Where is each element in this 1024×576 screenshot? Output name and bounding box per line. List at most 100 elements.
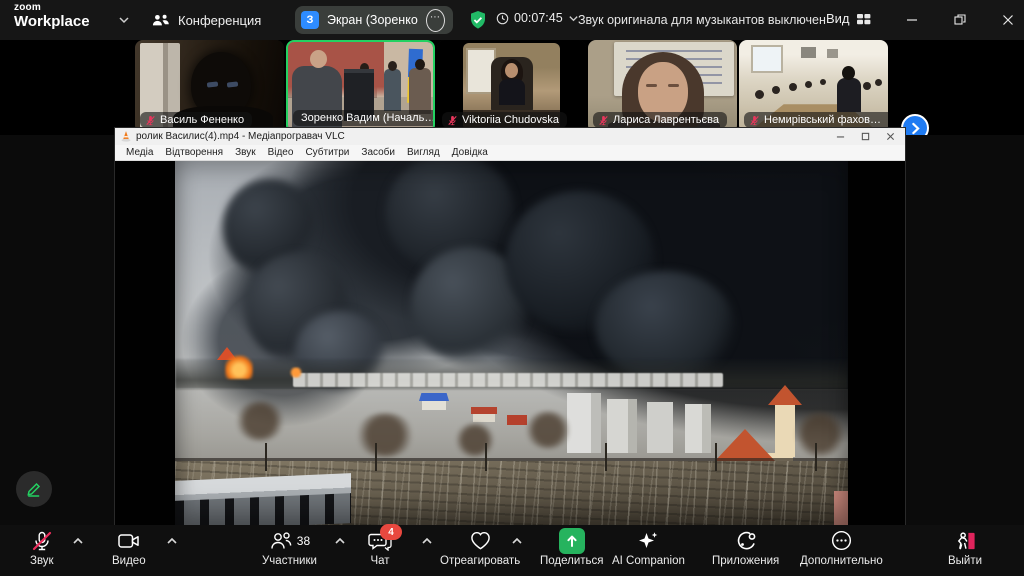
leave-label: Выйти <box>948 555 982 567</box>
apps-label: Приложения <box>712 555 779 567</box>
audio-button[interactable]: Звук <box>30 529 54 567</box>
participant-name: Лариса Лаврентьєва <box>613 114 719 126</box>
participants-label: Участники <box>262 555 317 567</box>
participant-name: Зоренко Вадим (Начальн… <box>301 112 435 124</box>
top-bar: zoom Workplace Конференция З Экран (Зоре… <box>0 0 1024 40</box>
share-screen-button[interactable]: Поделиться <box>540 529 604 567</box>
logo-workplace: Workplace <box>14 14 90 29</box>
muted-mic-icon <box>447 115 458 126</box>
react-label: Отреагировать <box>440 555 520 567</box>
vlc-menu-audio[interactable]: Звук <box>230 147 261 158</box>
muted-mic-icon <box>31 530 53 552</box>
chevron-right-icon <box>909 122 922 135</box>
logo-zoom: zoom <box>14 3 90 13</box>
react-options-caret[interactable] <box>511 535 523 547</box>
window-close-button[interactable] <box>996 8 1020 32</box>
audio-options-caret[interactable] <box>72 535 84 547</box>
more-label: Дополнительно <box>800 555 883 567</box>
zoom-meeting-window: zoom Workplace Конференция З Экран (Зоре… <box>0 0 1024 576</box>
muted-mic-icon <box>598 115 609 126</box>
video-button[interactable]: Видео <box>112 529 146 567</box>
view-menu[interactable]: Вид <box>826 11 871 26</box>
participant-tile[interactable]: Viktoriia Chudovska <box>437 40 586 133</box>
chat-label: Чат <box>370 555 389 567</box>
leave-door-icon <box>954 530 977 552</box>
video-options-caret[interactable] <box>166 535 178 547</box>
security-shield-icon[interactable] <box>468 10 488 30</box>
audio-label: Звук <box>30 555 54 567</box>
vlc-video-area <box>115 161 905 525</box>
vlc-menu-tools[interactable]: Засоби <box>356 147 400 158</box>
apps-button[interactable]: Приложения <box>712 529 779 567</box>
participant-name-pill: Василь Фененко <box>140 112 252 128</box>
screen-share-pill[interactable]: З Экран (Зоренко ⋯ <box>295 6 453 34</box>
muted-mic-icon <box>145 115 156 126</box>
participant-name-pill: Немирівський фахови… <box>744 112 888 128</box>
tab-meeting-label: Конференция <box>178 13 261 28</box>
audio-status-message: Звук оригинала для музыкантов выключен <box>578 13 826 27</box>
meeting-toolbar: Звук Видео 38 Участники 4 Чат Отреаг <box>0 525 1024 576</box>
vlc-maximize-button[interactable] <box>861 132 870 141</box>
participants-count: 38 <box>297 534 310 548</box>
vlc-player-window: ролик Василис(4).mp4 - Медіапрогравач VL… <box>115 128 905 525</box>
react-button[interactable]: Отреагировать <box>440 529 520 567</box>
video-frame-smoke-over-city <box>175 161 848 525</box>
vlc-menu-media[interactable]: Медіа <box>121 147 158 158</box>
pencil-icon <box>25 480 43 498</box>
sharer-avatar: З <box>301 11 319 29</box>
more-options-icon[interactable]: ⋯ <box>426 9 445 32</box>
leave-button[interactable]: Выйти <box>948 529 982 567</box>
camera-icon <box>117 531 141 551</box>
zoom-workplace-logo: zoom Workplace <box>14 3 90 29</box>
participant-name: Василь Фененко <box>160 114 244 126</box>
heart-icon <box>469 530 492 551</box>
video-label: Видео <box>112 555 146 567</box>
chat-button[interactable]: 4 Чат <box>368 529 392 567</box>
participant-name-pill: Viktoriia Chudovska <box>442 112 567 128</box>
vlc-menu-playback[interactable]: Відтворення <box>160 147 228 158</box>
participant-name: Немирівський фахови… <box>764 114 887 126</box>
vlc-menu-subtitles[interactable]: Субтитри <box>300 147 354 158</box>
ai-companion-label: AI Companion <box>612 555 685 567</box>
more-ellipsis-icon <box>830 529 853 552</box>
chevron-down-icon[interactable] <box>118 14 130 26</box>
shared-screen-stage: ролик Василис(4).mp4 - Медіапрогравач VL… <box>0 135 1024 525</box>
vlc-menu-help[interactable]: Довідка <box>447 147 493 158</box>
screen-share-label: Экран (Зоренко <box>327 13 418 27</box>
participant-tile[interactable]: Лариса Лаврентьєва <box>588 40 737 133</box>
participants-options-caret[interactable] <box>334 535 346 547</box>
annotate-button[interactable] <box>16 471 52 507</box>
vlc-title-bar[interactable]: ролик Василис(4).mp4 - Медіапрогравач VL… <box>115 128 905 145</box>
vlc-window-title: ролик Василис(4).mp4 - Медіапрогравач VL… <box>136 131 831 142</box>
share-screen-icon <box>559 528 585 554</box>
participant-tile-active-speaker[interactable]: Зоренко Вадим (Начальн… <box>286 40 435 133</box>
vlc-menu-bar: Медіа Відтворення Звук Відео Субтитри За… <box>115 145 905 161</box>
ai-companion-button[interactable]: AI Companion <box>612 529 685 567</box>
participants-button[interactable]: 38 Участники <box>262 529 317 567</box>
vlc-menu-view[interactable]: Вигляд <box>402 147 445 158</box>
vlc-minimize-button[interactable] <box>836 132 845 141</box>
participant-name: Viktoriia Chudovska <box>462 114 559 126</box>
participant-tile[interactable]: Немирівський фахови… <box>739 40 888 133</box>
vlc-cone-icon <box>121 131 131 142</box>
clock-icon <box>496 12 509 25</box>
layout-grid-icon <box>857 13 871 25</box>
window-restore-button[interactable] <box>948 8 972 32</box>
participant-tile[interactable]: Василь Фененко <box>135 40 284 133</box>
sparkle-icon <box>636 530 660 552</box>
vlc-close-button[interactable] <box>886 132 895 141</box>
window-minimize-button[interactable] <box>900 8 924 32</box>
participant-filmstrip: Василь Фененко Зоренко Вадим (Начальн… <box>0 40 1024 135</box>
timer-value: 00:07:45 <box>514 11 563 25</box>
participant-name-pill: Зоренко Вадим (Начальн… <box>293 110 435 126</box>
vlc-menu-video[interactable]: Відео <box>263 147 299 158</box>
participants-icon <box>269 530 293 551</box>
participant-name-pill: Лариса Лаврентьєва <box>593 112 727 128</box>
chat-options-caret[interactable] <box>421 535 433 547</box>
share-screen-label: Поделиться <box>540 555 604 567</box>
more-button[interactable]: Дополнительно <box>800 529 883 567</box>
participants-group-icon <box>152 12 170 28</box>
view-label: Вид <box>826 11 850 26</box>
muted-mic-icon <box>749 115 760 126</box>
tab-meeting[interactable]: Конференция <box>152 8 261 32</box>
